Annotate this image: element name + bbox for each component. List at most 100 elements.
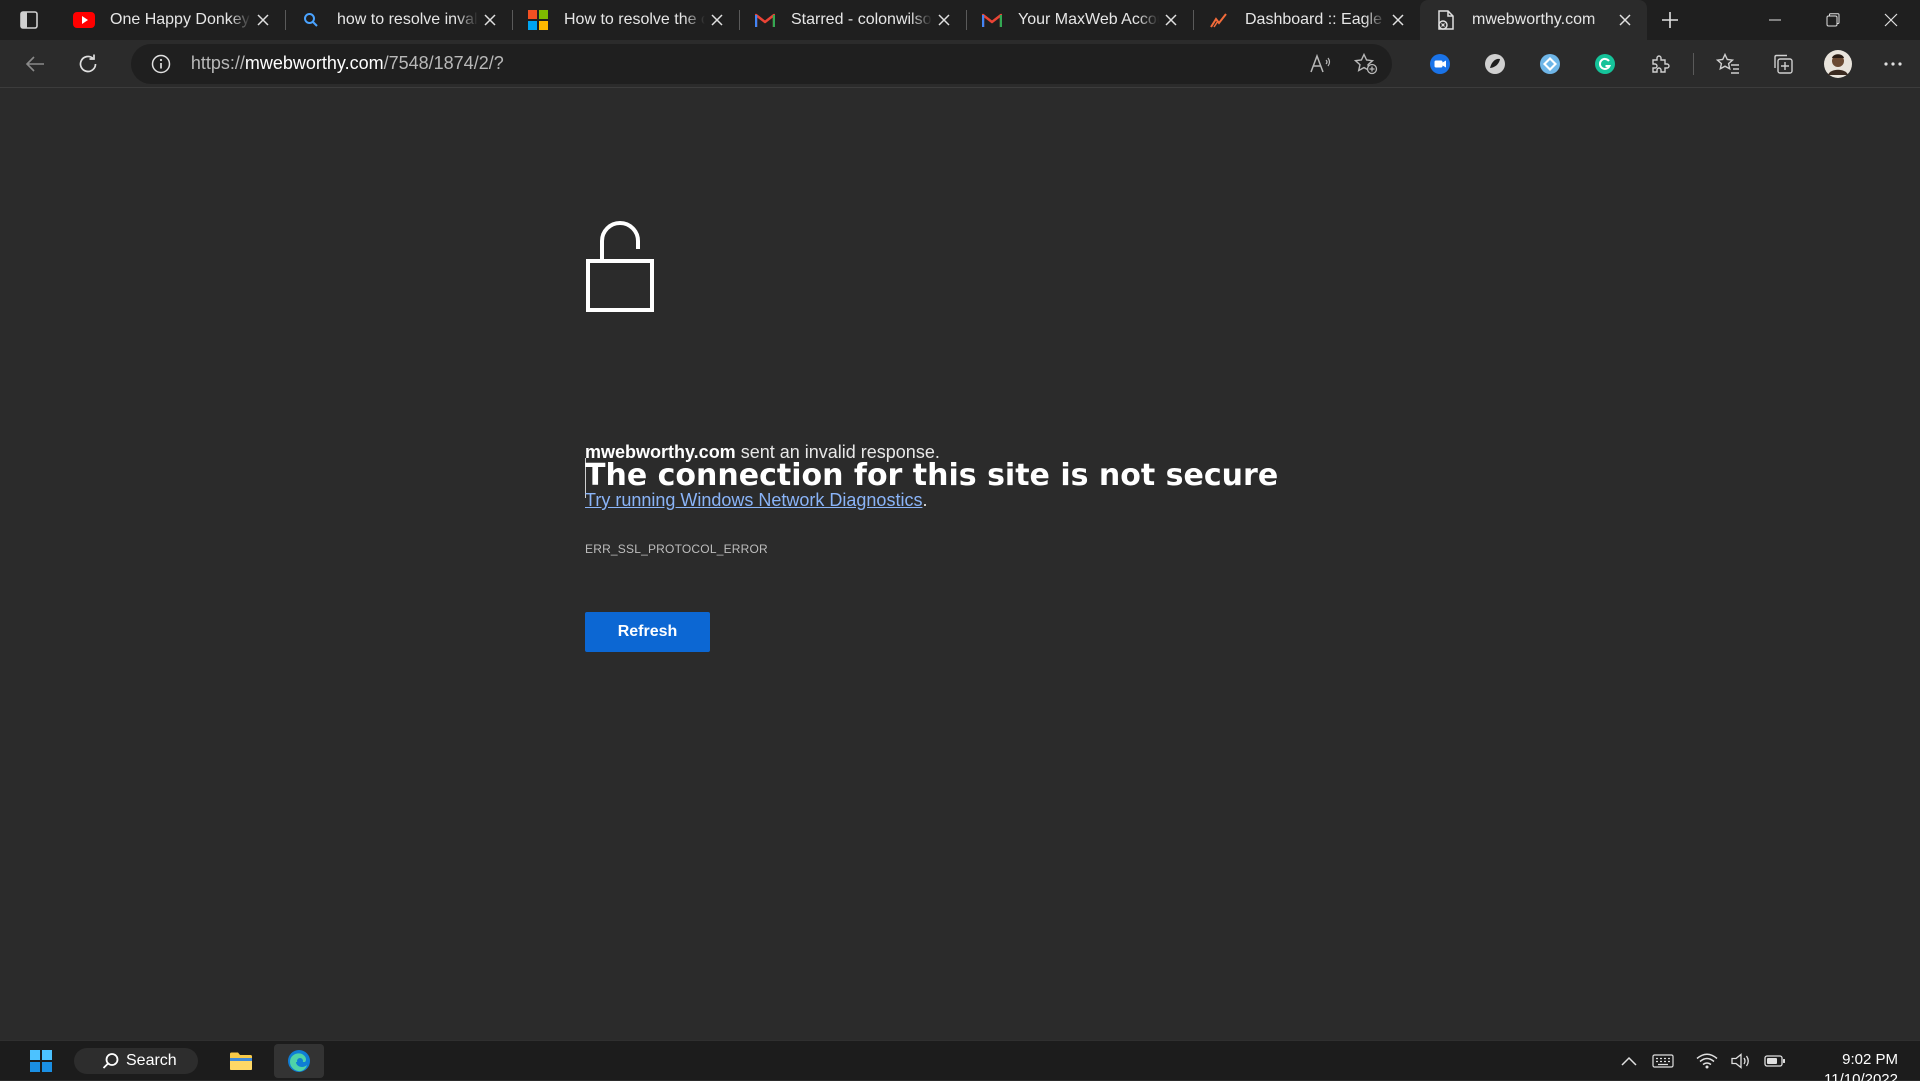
read-aloud-icon[interactable] — [1310, 53, 1332, 74]
start-button[interactable] — [20, 1041, 62, 1081]
reload-icon — [77, 53, 99, 75]
grammarly-icon — [1594, 53, 1616, 75]
edge-icon — [287, 1049, 311, 1073]
network-diagnostics-link[interactable]: Try running Windows Network Diagnostics — [585, 490, 922, 510]
taskbar: Search 9:02 PM 11/10/2022 — [0, 1040, 1920, 1081]
clock-time: 9:02 PM — [1842, 1050, 1898, 1068]
search-icon — [102, 1052, 120, 1070]
error-description: mwebworthy.com sent an invalid response. — [585, 442, 940, 463]
url-host: mwebworthy.com — [244, 53, 384, 73]
tab-title: Starred - colonwilson — [791, 11, 932, 28]
extension-button[interactable] — [1412, 44, 1467, 84]
tab-actions-button[interactable] — [0, 0, 58, 40]
avatar — [1823, 49, 1853, 79]
close-tab-icon[interactable] — [478, 8, 502, 32]
leaf-extension-icon — [1484, 53, 1506, 75]
error-message: sent an invalid response. — [735, 442, 940, 462]
new-tab-button[interactable] — [1647, 0, 1693, 40]
tab-title: One Happy Donkey! - — [110, 11, 251, 28]
arrow-left-icon — [25, 55, 45, 73]
open-lock-icon — [585, 221, 655, 313]
link-suffix: . — [922, 490, 928, 510]
tab-gmail-maxweb[interactable]: Your MaxWeb Accoun — [966, 0, 1193, 40]
page-error-icon — [1434, 8, 1458, 32]
keyboard-icon[interactable] — [1646, 1044, 1680, 1078]
close-window-button[interactable] — [1862, 0, 1920, 40]
tab-strip: One Happy Donkey! - how to resolve inval… — [0, 0, 1920, 40]
tab-gmail-starred[interactable]: Starred - colonwilson — [739, 0, 966, 40]
microsoft-logo-icon — [526, 8, 550, 32]
extension-button[interactable] — [1522, 44, 1577, 84]
favorites-button[interactable] — [1700, 44, 1755, 84]
restore-icon — [1826, 13, 1840, 27]
gmail-icon — [980, 8, 1004, 32]
browser-toolbar: https://mwebworthy.com/7548/1874/2/? — [0, 40, 1920, 88]
minimize-button[interactable] — [1746, 0, 1804, 40]
info-icon[interactable] — [149, 52, 173, 76]
settings-and-more-button[interactable] — [1865, 44, 1920, 84]
extensions-row — [1412, 44, 1920, 84]
system-tray: 9:02 PM 11/10/2022 — [1612, 1041, 1900, 1081]
tab-title: How to resolve the co — [564, 11, 705, 28]
tab-mwebworthy[interactable]: mwebworthy.com — [1420, 0, 1647, 40]
close-tab-icon[interactable] — [1386, 8, 1410, 32]
youtube-icon — [72, 8, 96, 32]
volume-icon[interactable] — [1724, 1044, 1758, 1078]
back-button[interactable] — [8, 44, 61, 84]
tab-actions-icon — [19, 10, 39, 30]
clock-date: 11/10/2022 — [1824, 1070, 1898, 1081]
close-tab-icon[interactable] — [932, 8, 956, 32]
extensions-button[interactable] — [1632, 44, 1687, 84]
close-tab-icon[interactable] — [251, 8, 275, 32]
taskbar-search-label: Search — [126, 1051, 177, 1069]
extension-button[interactable] — [1467, 44, 1522, 84]
error-code: ERR_SSL_PROTOCOL_ERROR — [585, 542, 768, 556]
add-favorite-icon[interactable] — [1354, 52, 1378, 75]
tab-title: Dashboard :: Eagle Ey — [1245, 11, 1386, 28]
plus-icon — [1661, 11, 1679, 29]
file-explorer-button[interactable] — [216, 1044, 266, 1078]
close-tab-icon[interactable] — [1159, 8, 1183, 32]
url-text: https://mwebworthy.com/7548/1874/2/? — [191, 53, 504, 74]
diagnostics-line: Try running Windows Network Diagnostics. — [585, 490, 927, 511]
restore-button[interactable] — [1804, 0, 1862, 40]
profile-button[interactable] — [1810, 44, 1865, 84]
search-icon — [299, 8, 323, 32]
tab-title: how to resolve invalid — [337, 11, 478, 28]
close-icon — [1884, 13, 1898, 27]
url-path: /7548/1874/2/? — [383, 53, 504, 73]
chart-logo-icon — [1207, 8, 1231, 32]
battery-icon[interactable] — [1758, 1044, 1792, 1078]
extension-button[interactable] — [1577, 44, 1632, 84]
collections-button[interactable] — [1755, 44, 1810, 84]
gmail-icon — [753, 8, 777, 32]
taskbar-search[interactable]: Search — [74, 1047, 198, 1074]
error-heading: The connection for this site is not secu… — [585, 458, 1279, 493]
close-tab-icon[interactable] — [1613, 8, 1637, 32]
tab-dashboard[interactable]: Dashboard :: Eagle Ey — [1193, 0, 1420, 40]
edge-taskbar-button[interactable] — [274, 1043, 324, 1078]
close-tab-icon[interactable] — [705, 8, 729, 32]
address-bar[interactable]: https://mwebworthy.com/7548/1874/2/? — [130, 43, 1392, 84]
video-extension-icon — [1429, 53, 1451, 75]
tab-title: mwebworthy.com — [1472, 11, 1596, 28]
chevron-up-icon[interactable] — [1612, 1044, 1646, 1078]
folder-icon — [229, 1051, 253, 1071]
tab-list: One Happy Donkey! - how to resolve inval… — [58, 0, 1647, 40]
refresh-button[interactable]: Refresh — [585, 612, 710, 652]
tab-youtube[interactable]: One Happy Donkey! - — [58, 0, 285, 40]
puzzle-icon — [1649, 53, 1671, 75]
clock[interactable]: 9:02 PM 11/10/2022 — [1810, 1041, 1900, 1081]
more-horizontal-icon — [1883, 61, 1903, 67]
minimize-icon — [1769, 14, 1781, 26]
tab-microsoft[interactable]: How to resolve the co — [512, 0, 739, 40]
reload-button[interactable] — [61, 44, 114, 84]
url-scheme: https:// — [190, 53, 245, 73]
window-controls — [1746, 0, 1920, 40]
diamond-extension-icon — [1539, 53, 1561, 75]
collections-icon — [1772, 53, 1794, 75]
tab-search-results[interactable]: how to resolve invalid — [285, 0, 512, 40]
site-host: mwebworthy.com — [585, 442, 736, 462]
favorites-icon — [1715, 52, 1740, 75]
wifi-icon[interactable] — [1690, 1044, 1724, 1078]
